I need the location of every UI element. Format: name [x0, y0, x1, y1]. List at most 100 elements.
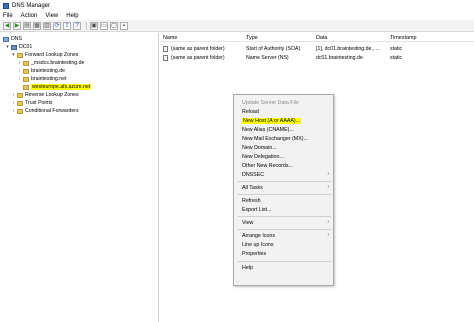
chevron-right-icon[interactable]: ›	[11, 100, 16, 106]
refresh-icon[interactable]: ⟳	[53, 21, 61, 30]
menu-item-new-domain[interactable]: New Domain...	[234, 143, 333, 152]
menu-view[interactable]: View	[45, 13, 58, 19]
menu-item-export-list[interactable]: Export List...	[234, 205, 333, 214]
menu-item-label: New Delegation...	[242, 153, 284, 160]
menu-action[interactable]: Action	[21, 13, 38, 19]
tree-item-zone-braintesting-net[interactable]: › braintesting.net	[17, 75, 67, 83]
folder-icon	[17, 52, 23, 58]
column-data[interactable]: Data	[316, 35, 327, 41]
zone-folder-icon	[23, 68, 29, 74]
submenu-arrow-icon: ›	[327, 184, 329, 190]
table-row[interactable]: (same as parent folder) Start of Authori…	[160, 45, 474, 53]
menu-item-label: Update Server Data File	[242, 99, 299, 106]
dns-manager-icon	[3, 2, 9, 9]
folder-icon	[17, 100, 23, 106]
zone-folder-icon	[23, 76, 29, 82]
title-bar: DNS Manager	[0, 0, 474, 11]
menu-item-view[interactable]: View ›	[234, 218, 333, 227]
tree-item-zone-braintesting-de[interactable]: › braintesting.de	[17, 67, 65, 75]
table-row[interactable]: (same as parent folder) Name Server (NS)…	[160, 54, 474, 62]
menu-item-other-new-records[interactable]: Other New Records...	[234, 161, 333, 170]
record-icon	[163, 46, 168, 52]
tree-label: Reverse Lookup Zones	[25, 92, 79, 98]
menu-item-label: Other New Records...	[242, 162, 293, 169]
menu-item-dnssec[interactable]: DNSSEC ›	[234, 170, 333, 179]
menu-item-label: New Alias (CNAME)...	[242, 126, 294, 133]
tree-item-trust-points[interactable]: › Trust Points	[11, 99, 53, 107]
menu-item-label: Refresh	[242, 197, 261, 204]
chevron-right-icon[interactable]: ›	[11, 108, 16, 114]
menu-item-all-tasks[interactable]: All Tasks ›	[234, 183, 333, 192]
back-icon[interactable]: ◀	[3, 21, 11, 30]
menu-separator	[238, 261, 331, 262]
window-title: DNS Manager	[12, 2, 51, 9]
menu-item-reload[interactable]: Reload	[234, 107, 333, 116]
server-icon	[11, 44, 17, 50]
submenu-arrow-icon: ›	[327, 232, 329, 238]
forward-icon[interactable]: ▶	[13, 21, 21, 30]
menu-item-properties[interactable]: Properties	[234, 249, 333, 258]
help-icon[interactable]: ?	[73, 21, 81, 30]
tree-label: DC01	[19, 44, 33, 50]
menu-item-help[interactable]: Help	[234, 263, 333, 272]
menu-item-label: Line up Icons	[242, 241, 274, 248]
tree-label: Forward Lookup Zones	[25, 52, 79, 58]
menu-item-new-mail-exchanger[interactable]: New Mail Exchanger (MX)...	[234, 134, 333, 143]
server-icon[interactable]: ▭	[100, 21, 108, 30]
cell-data: dc01.braintesting.de.	[316, 55, 365, 61]
export-icon[interactable]: ⇪	[63, 21, 71, 30]
menu-item-new-alias[interactable]: New Alias (CNAME)...	[234, 125, 333, 134]
chevron-down-icon[interactable]: ▾	[11, 52, 16, 58]
cell-timestamp: static	[390, 46, 403, 52]
new-record-icon[interactable]: ▣	[90, 21, 98, 30]
tree-item-zone-westeurope[interactable]: westeurope.afs.azure.net	[17, 83, 92, 91]
cell-type: Start of Authority (SOA)	[246, 46, 301, 52]
menu-file[interactable]: File	[3, 13, 13, 19]
column-timestamp[interactable]: Timestamp	[390, 35, 416, 41]
cell-data: [1], dc01.braintesting.de., ...	[316, 46, 381, 52]
chevron-right-icon[interactable]: ›	[17, 76, 22, 82]
menu-item-label: Reload	[242, 108, 259, 115]
column-type[interactable]: Type	[246, 35, 258, 41]
menu-item-new-delegation[interactable]: New Delegation...	[234, 152, 333, 161]
tree-label: braintesting.de	[31, 68, 66, 74]
chevron-right-icon[interactable]: ›	[11, 92, 16, 98]
tree-item-forward-zones[interactable]: ▾ Forward Lookup Zones	[11, 51, 78, 59]
tree-label: braintesting.net	[31, 76, 67, 82]
context-menu: Update Server Data File Reload New Host …	[233, 94, 334, 286]
tree-pane: DNS ▾ DC01 ▾ Forward Lookup Zones › _msd…	[0, 33, 159, 322]
tree-label: Trust Points	[25, 100, 53, 106]
chevron-right-icon[interactable]: ›	[17, 60, 22, 66]
tree-item-zone-msdcs[interactable]: › _msdcs.braintesting.de	[17, 59, 85, 67]
zone-icon[interactable]: ▢	[110, 21, 118, 30]
up-folder-icon[interactable]: ▤	[23, 21, 31, 30]
menu-item-arrange-icons[interactable]: Arrange Icons ›	[234, 231, 333, 240]
tree-item-dns[interactable]: DNS	[3, 35, 22, 43]
show-tree-icon[interactable]: ▦	[33, 21, 41, 30]
menu-help[interactable]: Help	[66, 13, 78, 19]
menu-bar: File Action View Help	[0, 11, 474, 20]
menu-item-label: New Mail Exchanger (MX)...	[242, 135, 308, 142]
menu-separator	[238, 216, 331, 217]
chevron-down-icon[interactable]: ▾	[5, 44, 10, 50]
tree-item-reverse-zones[interactable]: › Reverse Lookup Zones	[11, 91, 79, 99]
properties-icon[interactable]: ▥	[43, 21, 51, 30]
menu-item-label: Export List...	[242, 206, 272, 213]
dns-icon	[3, 36, 9, 42]
tree-item-conditional-forwarders[interactable]: › Conditional Forwarders	[11, 107, 79, 115]
menu-item-refresh[interactable]: Refresh	[234, 196, 333, 205]
folder-icon	[17, 92, 23, 98]
chevron-right-icon[interactable]	[17, 85, 22, 90]
chevron-right-icon[interactable]: ›	[17, 68, 22, 74]
menu-separator	[238, 194, 331, 195]
menu-item-update-server-data-file[interactable]: Update Server Data File	[234, 98, 333, 107]
tree-label: DNS	[11, 36, 22, 42]
tree-item-server[interactable]: ▾ DC01	[5, 43, 32, 51]
toolbar: ◀ ▶ ▤ ▦ ▥ ⟳ ⇪ ? ▣ ▭ ▢ ▪	[0, 20, 474, 32]
menu-item-line-up-icons[interactable]: Line up Icons	[234, 240, 333, 249]
delete-icon[interactable]: ▪	[120, 21, 128, 30]
menu-item-new-host[interactable]: New Host (A or AAAA)...	[234, 116, 333, 125]
column-name[interactable]: Name	[163, 35, 177, 41]
cell-type: Name Server (NS)	[246, 55, 289, 61]
menu-item-label: Help	[242, 264, 253, 271]
